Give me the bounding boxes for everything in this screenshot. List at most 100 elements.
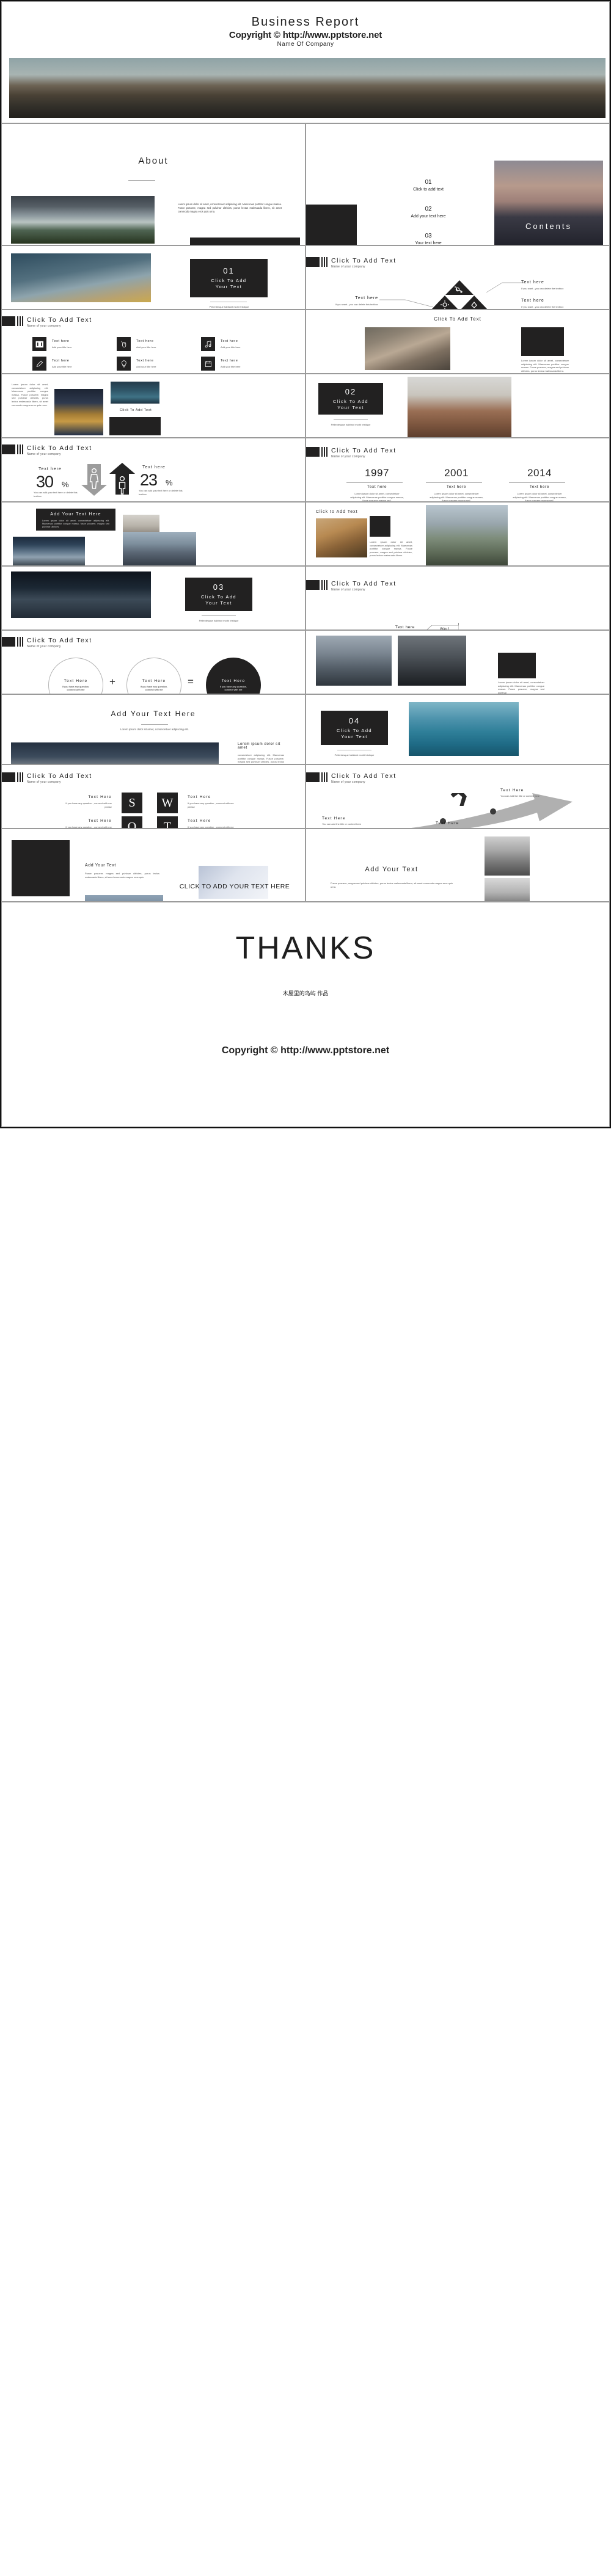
about-paragraph: Lorem ipsum dolor sit amet, consectetuer… bbox=[178, 203, 282, 214]
slide-thanks[interactable]: THANKS 木屋里的岛屿 作品 Copyright © http://www.… bbox=[1, 902, 610, 1127]
bulb-icon[interactable] bbox=[117, 357, 131, 371]
slide-alley[interactable]: Click To Add Text Lorem ipsum dolor sit … bbox=[306, 310, 610, 374]
section-04-footnote: Pellentesque habitant morbi tristique bbox=[334, 753, 375, 756]
heading-square bbox=[2, 444, 15, 454]
arrow-subtitle: Name of your company bbox=[331, 780, 365, 784]
contents-item-num-1: 02 bbox=[425, 206, 432, 212]
triangle-bottom-title: Text here bbox=[521, 299, 544, 303]
slide-final-right[interactable]: Add Your Text Fusce posuere, magna sed p… bbox=[306, 829, 610, 902]
music-icon[interactable] bbox=[201, 337, 215, 351]
equation-circle-1[interactable]: Text Here If you have any question, conn… bbox=[126, 658, 181, 694]
slide-gallery[interactable]: Click to Add Text Lorem ipsum dolor sit … bbox=[306, 502, 610, 566]
slide-stats[interactable]: Click To Add Text Name of your company T… bbox=[1, 438, 306, 502]
slide-timeline[interactable]: Click To Add Text Name of your company 1… bbox=[306, 438, 610, 502]
contents-item-text-1[interactable]: Add your text here bbox=[379, 214, 477, 219]
timeline-body-0: Lorem ipsum dolor sit amet, consectetuer… bbox=[350, 492, 404, 502]
about-image bbox=[11, 196, 155, 244]
slide-section-03[interactable]: 03 Click To Add Your Text Pellentesque h… bbox=[1, 566, 306, 630]
triangle-diagram bbox=[431, 280, 488, 309]
add-text-dark-title: Add Your Text Here bbox=[50, 512, 101, 517]
slide-about[interactable]: About Lorem ipsum dolor sit amet, consec… bbox=[1, 123, 306, 245]
deck-row-3: 01 Click To Add Your Text Pellentesque h… bbox=[1, 245, 610, 310]
heading-bars-icon bbox=[321, 447, 327, 457]
icon-grid-sub-5: Add your title here bbox=[221, 365, 241, 368]
stats-left-note: You can add your text here or delete thi… bbox=[34, 491, 78, 498]
contents-item-text-2[interactable]: Your text here bbox=[379, 241, 477, 245]
slide-equation[interactable]: Click To Add Text Name of your company T… bbox=[1, 630, 306, 694]
gallery-body: Lorem ipsum dolor sit amet, consectetuer… bbox=[370, 540, 412, 557]
triangle-subtitle: Name of your company bbox=[331, 265, 365, 269]
arrow-item-body-2: You can add the title or content here bbox=[322, 822, 362, 825]
swot-tile-label-3: T bbox=[163, 819, 172, 829]
stats-left-unit: % bbox=[62, 480, 69, 489]
thanks-title: THANKS bbox=[235, 931, 376, 966]
section-02-caption: Click To Add Your Text bbox=[333, 398, 368, 410]
final-right-photo-1 bbox=[485, 878, 530, 901]
stats-right-value: 23 bbox=[140, 471, 158, 489]
slide-final-left[interactable]: Add Your Text Fusce posuere, magna sed p… bbox=[1, 829, 306, 902]
slide-triangle[interactable]: Click To Add Text Name of your company T… bbox=[306, 245, 610, 310]
slide-section-04[interactable]: 04 Click To Add Your Text Pellentesque h… bbox=[306, 694, 610, 764]
heading-bars-icon bbox=[17, 316, 23, 326]
city-dark-block bbox=[498, 653, 536, 678]
slide-city-gallery[interactable]: Lorem ipsum dolor sit amet, consectetuer… bbox=[306, 630, 610, 694]
city-gallery-body: Lorem ipsum dolor sit amet, consectetuer… bbox=[498, 681, 544, 694]
timeline-rule-0 bbox=[346, 482, 403, 483]
equation-circle-title-0: Text Here bbox=[64, 678, 88, 683]
timeline-title-2: Text here bbox=[529, 485, 550, 489]
final-left-meditate-photo bbox=[85, 895, 163, 901]
boat-image bbox=[111, 382, 159, 404]
timeline-year-1: 2001 bbox=[444, 467, 469, 479]
pen-icon[interactable] bbox=[32, 357, 46, 371]
slide-section-02[interactable]: 02 Click To Add Your Text Pellentesque h… bbox=[306, 374, 610, 438]
equation-operator-1: = bbox=[188, 676, 194, 688]
slide-milestones[interactable]: Click To Add Text Name of your company T… bbox=[306, 566, 610, 630]
stats-right-unit: % bbox=[166, 478, 173, 487]
equation-circle-0[interactable]: Text Here If you have any question, conn… bbox=[48, 658, 103, 694]
slide-arrow[interactable]: Click To Add Text Name of your company T… bbox=[306, 764, 610, 829]
swot-heading: Click To Add Text Name of your company bbox=[2, 772, 92, 784]
slide-icon-grid[interactable]: Click To Add Text Name of your company T… bbox=[1, 310, 306, 374]
runner-image bbox=[316, 518, 367, 557]
slide-swot[interactable]: Click To Add Text Name of your company S… bbox=[1, 764, 306, 829]
icon-grid-sub-4: Add your title here bbox=[136, 365, 156, 368]
equation-operator-0: + bbox=[109, 676, 115, 688]
section-04-caption: Click To Add Your Text bbox=[337, 727, 372, 739]
final-left-overlay: CLICK TO ADD YOUR TEXT HERE bbox=[179, 883, 290, 890]
contents-item-text-0[interactable]: Click to add text bbox=[379, 187, 477, 192]
swot-tile-o[interactable]: O bbox=[122, 816, 142, 828]
final-left-body: Fusce posuere, magna sed pulvinar ultric… bbox=[85, 872, 159, 879]
heading-bars-icon bbox=[17, 772, 23, 782]
swot-title: Click To Add Text bbox=[27, 772, 92, 780]
mouse-icon[interactable] bbox=[117, 337, 131, 351]
cover-title: Business Report bbox=[251, 15, 360, 29]
icon-grid-sub-3: Add your title here bbox=[52, 365, 72, 368]
swot-tile-t[interactable]: T bbox=[157, 816, 178, 829]
slide-cloud[interactable]: Add Your Text Here Lorem ipsum dolor sit… bbox=[1, 694, 306, 764]
triangle-leader-right bbox=[486, 282, 525, 293]
triangle-left-body: If you want , you can delete this textbo… bbox=[335, 303, 378, 306]
stats-heading: Click To Add Text Name of your company bbox=[2, 444, 92, 456]
triangle-leader-left bbox=[379, 299, 434, 307]
section-04-number: 04 bbox=[348, 716, 360, 725]
slide-section-01[interactable]: 01 Click To Add Your Text Pellentesque h… bbox=[1, 245, 306, 310]
timeline-title: Click To Add Text bbox=[331, 447, 397, 454]
heading-square bbox=[2, 316, 15, 326]
slide-arch-collage[interactable]: Lorem ipsum dolor sit amet, consectetuer… bbox=[1, 374, 306, 438]
section-02-rule bbox=[334, 419, 368, 420]
equation-circle-2[interactable]: Text Here If you have any question, conn… bbox=[206, 658, 261, 694]
calendar-icon[interactable] bbox=[201, 357, 215, 371]
triangle-right-body: If you want , you can delete the textbox bbox=[521, 287, 564, 290]
swot-tile-s[interactable]: S bbox=[122, 793, 142, 813]
slide-contents[interactable]: Contents 01 Click to add text 02 Add you… bbox=[306, 123, 610, 245]
book-icon[interactable] bbox=[32, 337, 46, 351]
swot-tile-w[interactable]: W bbox=[157, 793, 178, 813]
timeline-title-1: Text here bbox=[446, 485, 467, 489]
slide-add-text-dark[interactable]: Add Your Text Here Lorem ipsum dolor sit… bbox=[1, 502, 306, 566]
equation-title: Click To Add Text bbox=[27, 637, 92, 644]
contents-dark-block bbox=[306, 205, 357, 245]
slide-cover[interactable]: Business Report Copyright © http://www.p… bbox=[1, 1, 610, 123]
icon-grid-title-5: Text here bbox=[221, 359, 238, 363]
swot-body-0: If you have any question , connect with … bbox=[65, 802, 112, 808]
deck-row-10: Add Your Text Here Lorem ipsum dolor sit… bbox=[1, 694, 610, 764]
